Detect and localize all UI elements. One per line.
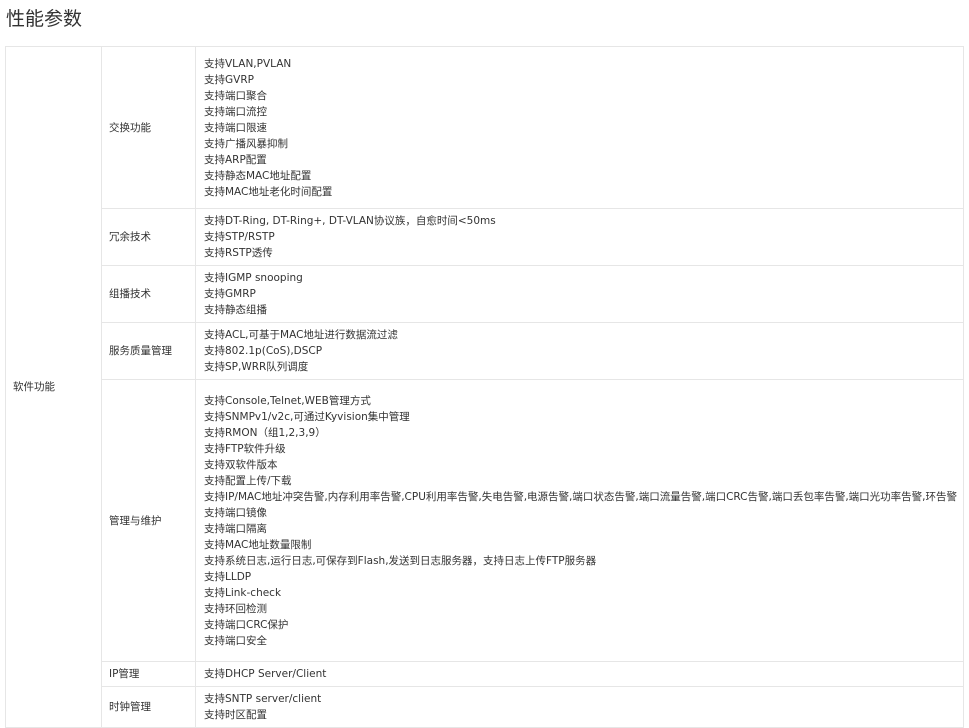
feature-item: 支持Console,Telnet,WEB管理方式	[204, 394, 371, 407]
feature-cell: 支持DT-Ring, DT-Ring+, DT-VLAN协议族，自愈时间<50m…	[195, 208, 964, 266]
feature-item: 支持RSTP透传	[204, 247, 273, 259]
feature-item: 支持环回检测	[204, 602, 267, 615]
feature-item: 支持端口聚合	[204, 89, 267, 102]
feature-item: 支持STP/RSTP	[204, 231, 275, 243]
feature-item: 支持端口安全	[204, 634, 267, 647]
feature-cell: 支持Console,Telnet,WEB管理方式支持SNMPv1/v2c,可通过…	[195, 379, 964, 662]
feature-cell: 支持IGMP snooping 支持GMRP 支持静态组播	[195, 265, 964, 323]
feature-item: 支持广播风暴抑制	[204, 137, 288, 150]
feature-cell: 支持DHCP Server/Client	[195, 661, 964, 687]
feature-item: 支持IP/MAC地址冲突告警,内存利用率告警,CPU利用率告警,失电告警,电源告…	[204, 490, 958, 503]
feature-item: 支持端口流控	[204, 105, 267, 118]
table-row: 软件功能 交换功能 支持VLAN,PVLAN 支持GVRP 支持端口聚合 支持端口流控 支持…	[5, 46, 964, 728]
feature-item: 支持VLAN,PVLAN	[204, 57, 292, 70]
feature-item: 支持端口隔离	[204, 522, 267, 535]
feature-item: 支持ACL,可基于MAC地址进行数据流过滤	[204, 329, 398, 341]
feature-item: 支持SP,WRR队列调度	[204, 361, 309, 373]
feature-item: 支持GMRP	[204, 288, 256, 300]
feature-item: 支持FTP软件升级	[204, 442, 286, 455]
table-row: IP管理 支持DHCP Server/Client	[6, 661, 964, 687]
spec-table: 软件功能 交换功能 支持VLAN,PVLAN 支持GVRP 支持端口聚合 支持端口流控 支持…	[5, 46, 964, 728]
subcategory-cell: 管理与维护	[101, 379, 196, 662]
feature-item: 支持RMON（组1,2,3,9）	[204, 426, 326, 439]
feature-item: 支持MAC地址老化时间配置	[204, 185, 333, 198]
feature-item: 支持端口CRC保护	[204, 618, 289, 631]
feature-item: 支持DT-Ring, DT-Ring+, DT-VLAN协议族，自愈时间<50m…	[204, 215, 496, 227]
feature-item: 支持配置上传/下载	[204, 474, 292, 487]
page-title: 性能参数	[6, 8, 83, 30]
subcategory-cell: 冗余技术	[101, 208, 196, 266]
feature-cell: 支持VLAN,PVLAN 支持GVRP 支持端口聚合 支持端口流控 支持端口限速支持广播…	[195, 46, 964, 209]
subcategory-cell: IP管理	[101, 661, 196, 687]
feature-item: 支持静态组播	[204, 304, 267, 316]
feature-item: 支持SNTP server/client	[204, 693, 322, 705]
table-row: 管理与维护 支持Console,Telnet,WEB管理方式支持SNMPv1/v2…	[6, 379, 964, 662]
feature-item: 支持ARP配置	[204, 153, 267, 166]
feature-item: 支持DHCP Server/Client	[204, 668, 327, 680]
feature-item: 支持MAC地址数量限制	[204, 538, 312, 551]
feature-item: 支持802.1p(CoS),DSCP	[204, 345, 323, 357]
feature-item: 支持时区配置	[204, 709, 267, 721]
feature-item: 支持系统日志,运行日志,可保存到Flash,发送到日志服务器，支持日志上传FTP…	[204, 554, 597, 567]
category-cell: 软件功能	[5, 46, 102, 728]
table-row: 时钟管理 支持SNTP server/client 支持时区配置	[6, 686, 964, 728]
subcategory-cell: 时钟管理	[101, 686, 196, 728]
feature-cell: 支持ACL,可基于MAC地址进行数据流过滤 支持802.1p(CoS),DSCP 支…	[195, 322, 964, 380]
feature-item: 支持GVRP	[204, 73, 254, 86]
table-row: 服务质量管理 支持ACL,可基于MAC地址进行数据流过滤 支持802.1p(CoS)…	[6, 322, 964, 380]
subcategory-cell: 服务质量管理	[101, 322, 196, 380]
feature-item: 支持端口限速	[204, 121, 267, 134]
subcategory-cell: 交换功能	[101, 46, 196, 209]
spec-table-body: 软件功能 交换功能 支持VLAN,PVLAN 支持GVRP 支持端口聚合 支持端口流控 支持…	[5, 46, 964, 728]
feature-item: 支持静态MAC地址配置	[204, 169, 312, 182]
feature-item: 支持Link-check	[204, 586, 282, 599]
feature-item: 支持SNMPv1/v2c,可通过Kyvision集中管理	[204, 410, 410, 423]
table-row: 组播技术 支持IGMP snooping 支持GMRP 支持静态组播	[6, 265, 964, 323]
feature-item: 支持端口镜像	[204, 506, 267, 519]
feature-item: 支持双软件版本	[204, 458, 278, 471]
subcategory-cell: 组播技术	[101, 265, 196, 323]
feature-item: 支持IGMP snooping	[204, 272, 303, 284]
feature-cell: 支持SNTP server/client 支持时区配置	[195, 686, 964, 728]
feature-item: 支持LLDP	[204, 570, 252, 583]
table-row: 冗余技术 支持DT-Ring, DT-Ring+, DT-VLAN协议族，自愈时间…	[6, 208, 964, 266]
